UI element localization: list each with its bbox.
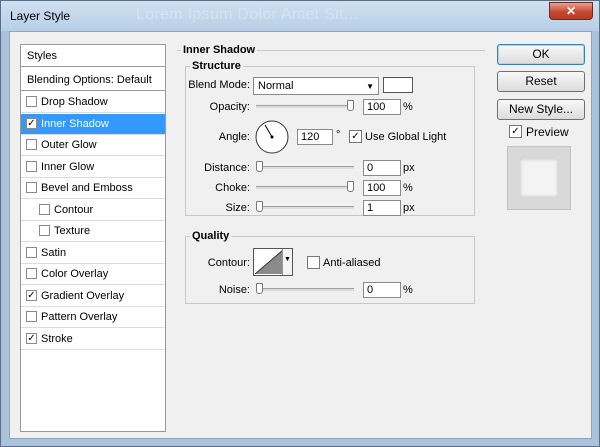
opacity-unit: % [403,101,413,113]
background-window-title: Lorem Ipsum Dolor Amet Sit... [136,6,359,23]
preview-label: Preview [526,125,569,139]
style-item-inner-glow[interactable]: Inner Glow [21,157,165,178]
angle-unit: ° [336,129,341,141]
size-unit: px [403,202,415,214]
preview-checkbox[interactable]: ✓ [509,125,522,138]
blend-mode-select[interactable]: Normal ▼ [253,77,379,95]
noise-slider[interactable] [256,288,354,291]
choke-label: Choke: [215,182,250,194]
contour-dropdown-arrow-icon[interactable]: ▼ [282,249,292,275]
close-icon: ✕ [565,4,577,18]
style-item-label: Inner Glow [41,160,95,173]
style-checkbox[interactable] [26,246,37,258]
style-item-label: Inner Shadow [41,117,109,130]
style-item-contour[interactable]: Contour [21,200,165,221]
opacity-label: Opacity: [209,101,250,113]
dialog-body: Styles Blending Options: Default Drop Sh… [9,31,592,439]
new-style-button[interactable]: New Style... [497,99,585,120]
ok-button[interactable]: OK [497,44,585,65]
angle-input[interactable]: 120 [297,129,333,145]
styles-header[interactable]: Styles [21,45,165,67]
style-item-label: Stroke [41,332,73,345]
noise-slider-thumb[interactable] [256,283,263,294]
distance-slider-thumb[interactable] [256,161,263,172]
style-checkbox[interactable]: ✓ [26,117,37,129]
opacity-slider-thumb[interactable] [347,100,354,111]
quality-title: Quality [192,230,230,242]
style-item-label: Outer Glow [41,139,97,151]
style-item-texture[interactable]: Texture [21,221,165,242]
distance-slider[interactable] [256,166,354,169]
style-checkbox[interactable]: ✓ [26,332,37,344]
opacity-input[interactable]: 100 [363,99,401,115]
size-label: Size: [225,202,250,214]
chevron-down-icon: ▼ [366,82,374,91]
anti-aliased-checkbox[interactable] [307,256,320,269]
style-checkbox[interactable] [26,96,37,107]
style-item-label: Drop Shadow [41,96,108,108]
style-item-outer-glow[interactable]: Outer Glow [21,135,165,156]
preview-thumbnail [507,146,571,210]
preview-swatch [520,159,558,197]
shadow-color-swatch[interactable] [383,77,413,93]
angle-label: Angle: [218,131,250,143]
distance-unit: px [403,162,415,174]
style-item-label: Gradient Overlay [41,289,125,302]
window-title: Layer Style [10,9,71,23]
style-item-pattern-overlay[interactable]: Pattern Overlay [21,307,165,328]
style-checkbox[interactable] [26,311,37,322]
anti-aliased-label: Anti-aliased [323,257,381,269]
style-checkbox[interactable] [26,160,37,172]
inner-shadow-title: Inner Shadow [183,44,256,56]
blend-mode-value: Normal [258,80,294,92]
style-checkbox[interactable] [26,139,37,150]
use-global-light-label: Use Global Light [365,131,447,143]
distance-label: Distance: [204,162,250,174]
size-input[interactable]: 1 [363,200,401,216]
style-checkbox[interactable] [39,225,50,236]
style-checkbox[interactable] [26,268,37,279]
noise-label: Noise: [218,284,250,296]
style-item-label: Color Overlay [41,268,109,280]
opacity-slider[interactable] [256,105,354,108]
choke-input[interactable]: 100 [363,180,401,196]
style-checkbox[interactable] [26,182,37,193]
choke-slider-thumb[interactable] [347,181,354,192]
layer-style-window: Layer Style Lorem Ipsum Dolor Amet Sit..… [0,0,600,447]
style-item-label: Bevel and Emboss [41,182,133,194]
style-item-satin[interactable]: Satin [21,243,165,264]
style-checkbox[interactable]: ✓ [26,289,37,301]
styles-list: Styles Blending Options: Default Drop Sh… [20,44,166,432]
size-slider-thumb[interactable] [256,201,263,212]
noise-input[interactable]: 0 [363,282,401,298]
style-item-color-overlay[interactable]: Color Overlay [21,264,165,285]
angle-dial[interactable] [254,119,290,155]
use-global-light-checkbox[interactable]: ✓ [349,130,362,143]
structure-title: Structure [192,60,241,72]
style-item-label: Texture [54,225,91,237]
style-item-bevel-and-emboss[interactable]: Bevel and Emboss [21,178,165,199]
style-item-drop-shadow[interactable]: Drop Shadow [21,92,165,113]
size-slider[interactable] [256,206,354,209]
style-checkbox[interactable] [39,203,50,215]
reset-button[interactable]: Reset [497,71,585,92]
choke-unit: % [403,182,413,194]
blending-options-item[interactable]: Blending Options: Default [21,69,165,91]
contour-label: Contour: [207,257,250,269]
style-item-inner-shadow[interactable]: ✓ Inner Shadow [21,113,165,135]
style-item-label: Contour [54,203,94,216]
title-bar[interactable]: Layer Style Lorem Ipsum Dolor Amet Sit..… [1,1,599,31]
distance-input[interactable]: 0 [363,160,401,176]
blend-mode-label: Blend Mode: [188,79,250,91]
noise-unit: % [403,284,413,296]
style-item-gradient-overlay[interactable]: ✓ Gradient Overlay [21,286,165,307]
contour-preview-icon [254,249,284,275]
style-item-label: Pattern Overlay [41,311,118,323]
contour-picker[interactable]: ▼ [253,248,293,276]
style-item-label: Satin [41,246,67,259]
choke-slider[interactable] [256,186,354,189]
close-button[interactable]: ✕ [549,2,593,20]
style-item-stroke[interactable]: ✓ Stroke [21,329,165,350]
